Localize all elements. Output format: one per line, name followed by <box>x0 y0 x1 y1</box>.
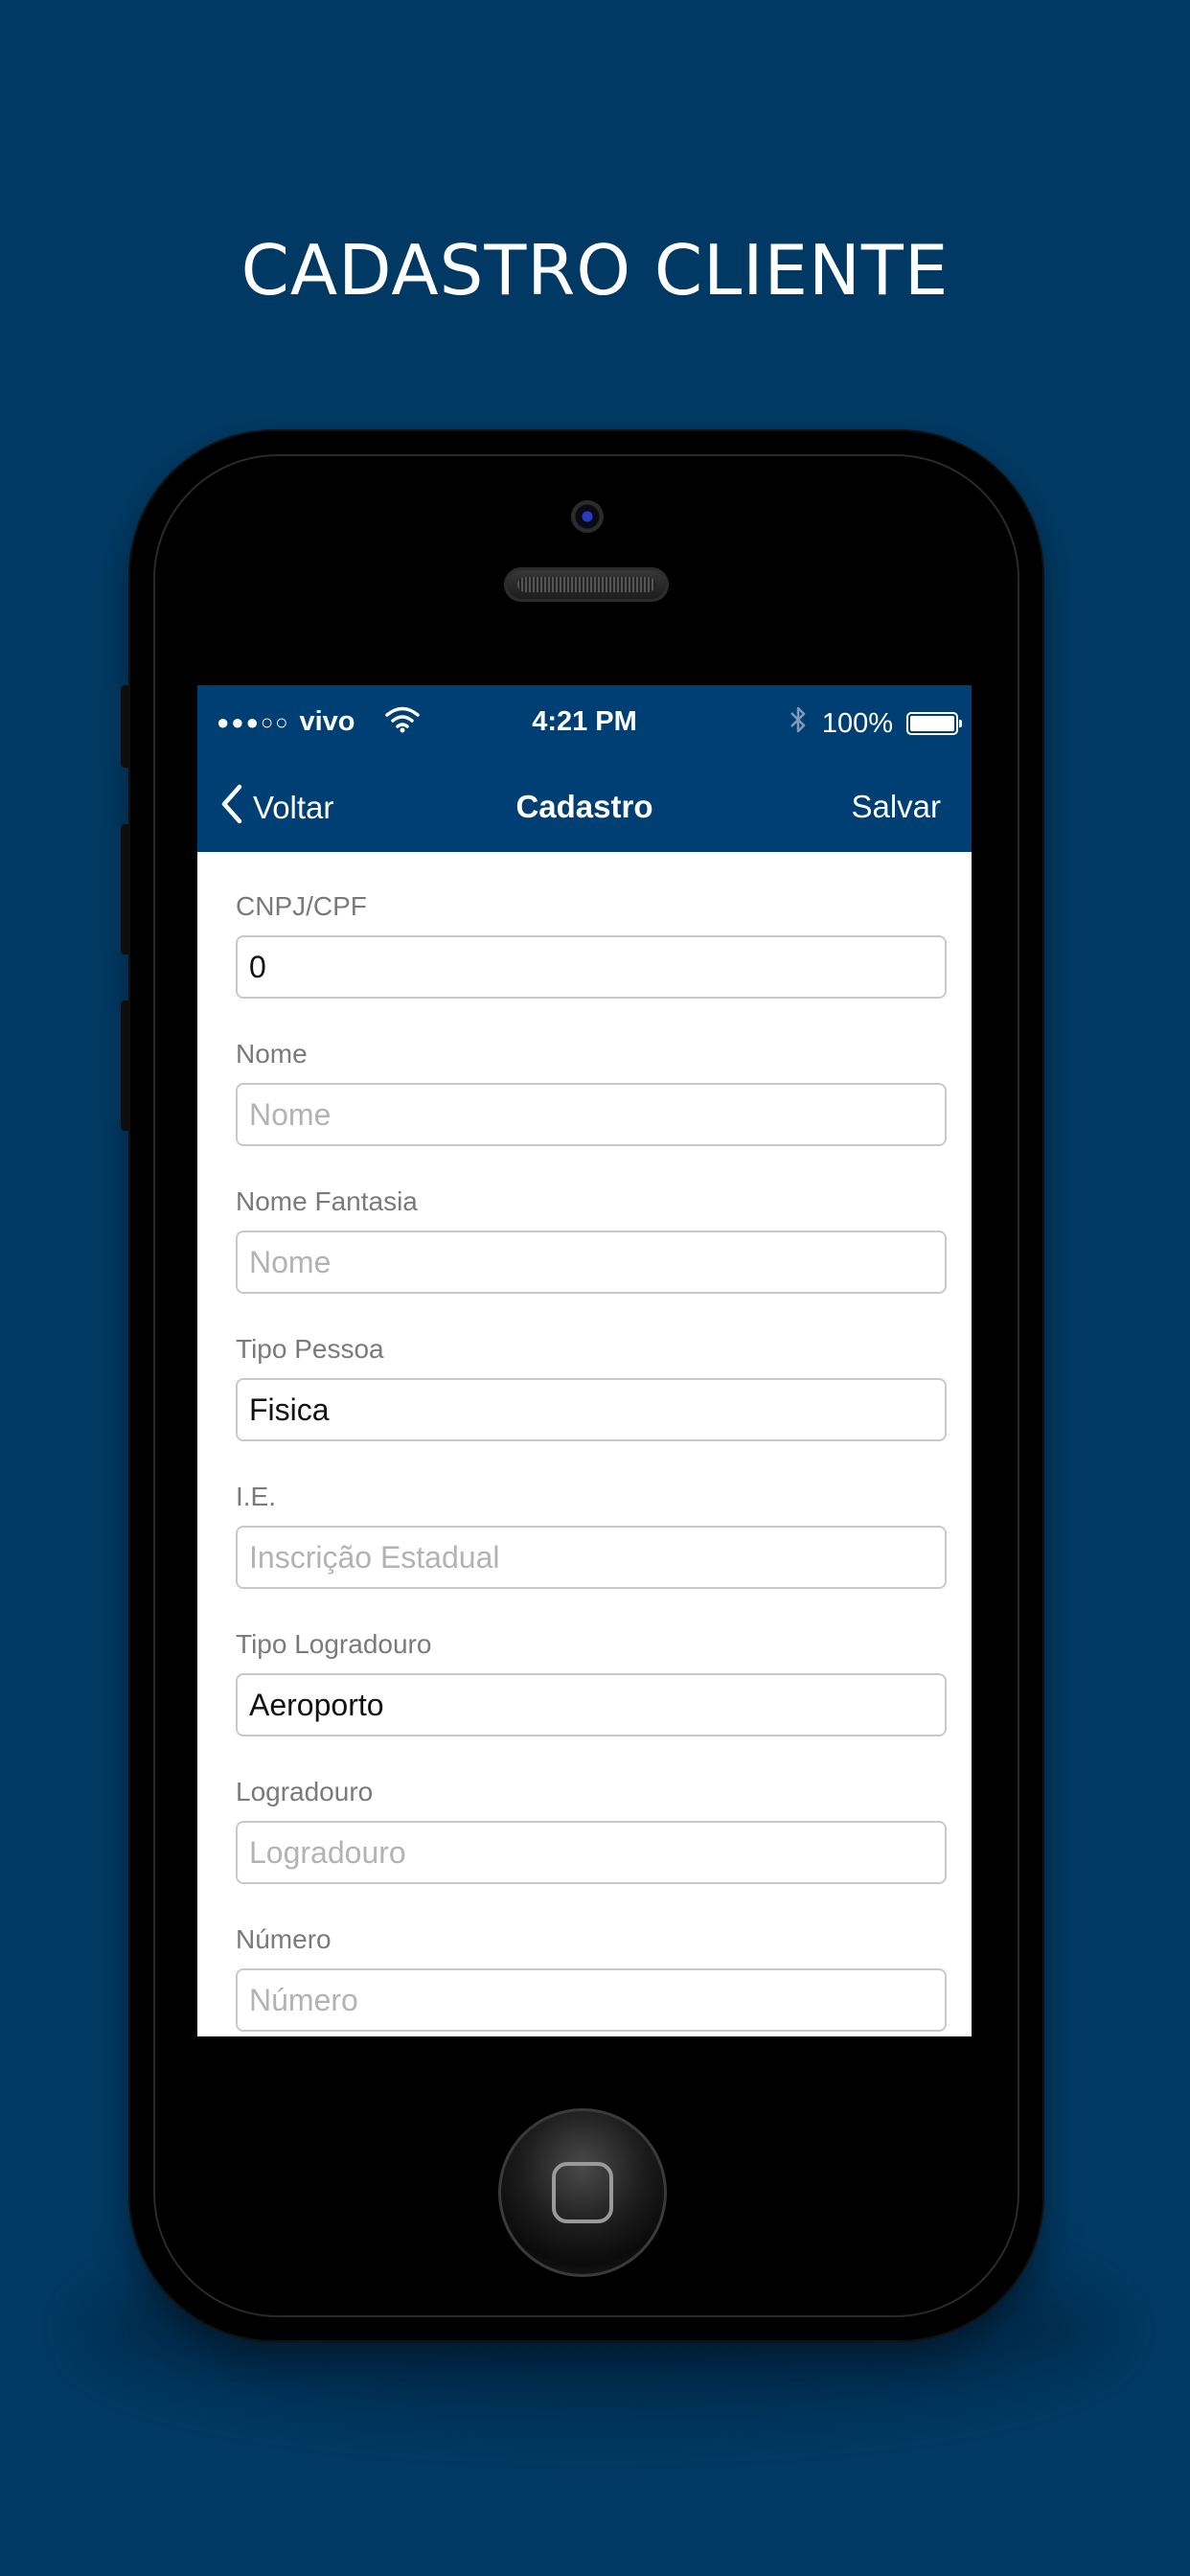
field-inscricao-estadual: I.E. <box>236 1442 949 1590</box>
bluetooth-icon <box>788 704 809 743</box>
tipo-logradouro-input[interactable] <box>236 1673 947 1736</box>
field-label: CNPJ/CPF <box>236 891 367 921</box>
field-label: I.E. <box>236 1482 277 1511</box>
home-button[interactable] <box>498 2108 667 2277</box>
status-bar: ●●●○○ vivo 4:21 PM 100% <box>197 685 972 762</box>
home-square-icon <box>552 2162 613 2223</box>
navigation-bar: Voltar Cadastro Salvar <box>197 762 972 852</box>
front-camera-icon <box>571 500 604 533</box>
field-label: Logradouro <box>236 1777 374 1806</box>
save-button[interactable]: Salvar <box>851 789 941 825</box>
field-label: Número <box>236 1924 332 1954</box>
field-nome: Nome <box>236 1000 949 1147</box>
field-label: Nome <box>236 1039 308 1069</box>
field-label: Tipo Pessoa <box>236 1334 384 1364</box>
app-screen: ●●●○○ vivo 4:21 PM 100% Voltar Cadastro … <box>197 685 972 2036</box>
field-label: Nome Fantasia <box>236 1186 418 1216</box>
nome-fantasia-input[interactable] <box>236 1230 947 1294</box>
battery-icon <box>906 712 962 735</box>
page-headline: CADASTRO CLIENTE <box>240 230 950 310</box>
back-button[interactable]: Voltar <box>220 783 333 833</box>
nome-input[interactable] <box>236 1083 947 1146</box>
cnpj-cpf-input[interactable] <box>236 935 947 999</box>
back-label: Voltar <box>253 790 334 825</box>
client-form: CNPJ/CPF Nome Nome Fantasia Tipo Pessoa … <box>236 852 949 2033</box>
field-cnpj-cpf: CNPJ/CPF <box>236 852 949 1000</box>
tipo-pessoa-input[interactable] <box>236 1378 947 1441</box>
chevron-left-icon <box>220 783 243 833</box>
field-tipo-logradouro: Tipo Logradouro <box>236 1590 949 1737</box>
field-numero: Número <box>236 1885 949 2033</box>
field-label: Tipo Logradouro <box>236 1629 432 1659</box>
numero-input[interactable] <box>236 1968 947 2032</box>
field-nome-fantasia: Nome Fantasia <box>236 1147 949 1295</box>
field-tipo-pessoa: Tipo Pessoa <box>236 1295 949 1442</box>
earpiece-speaker <box>504 567 669 602</box>
battery-percent: 100% <box>821 707 893 739</box>
field-logradouro: Logradouro <box>236 1737 949 1885</box>
status-right: 100% <box>788 704 962 743</box>
inscricao-estadual-input[interactable] <box>236 1526 947 1589</box>
logradouro-input[interactable] <box>236 1821 947 1884</box>
